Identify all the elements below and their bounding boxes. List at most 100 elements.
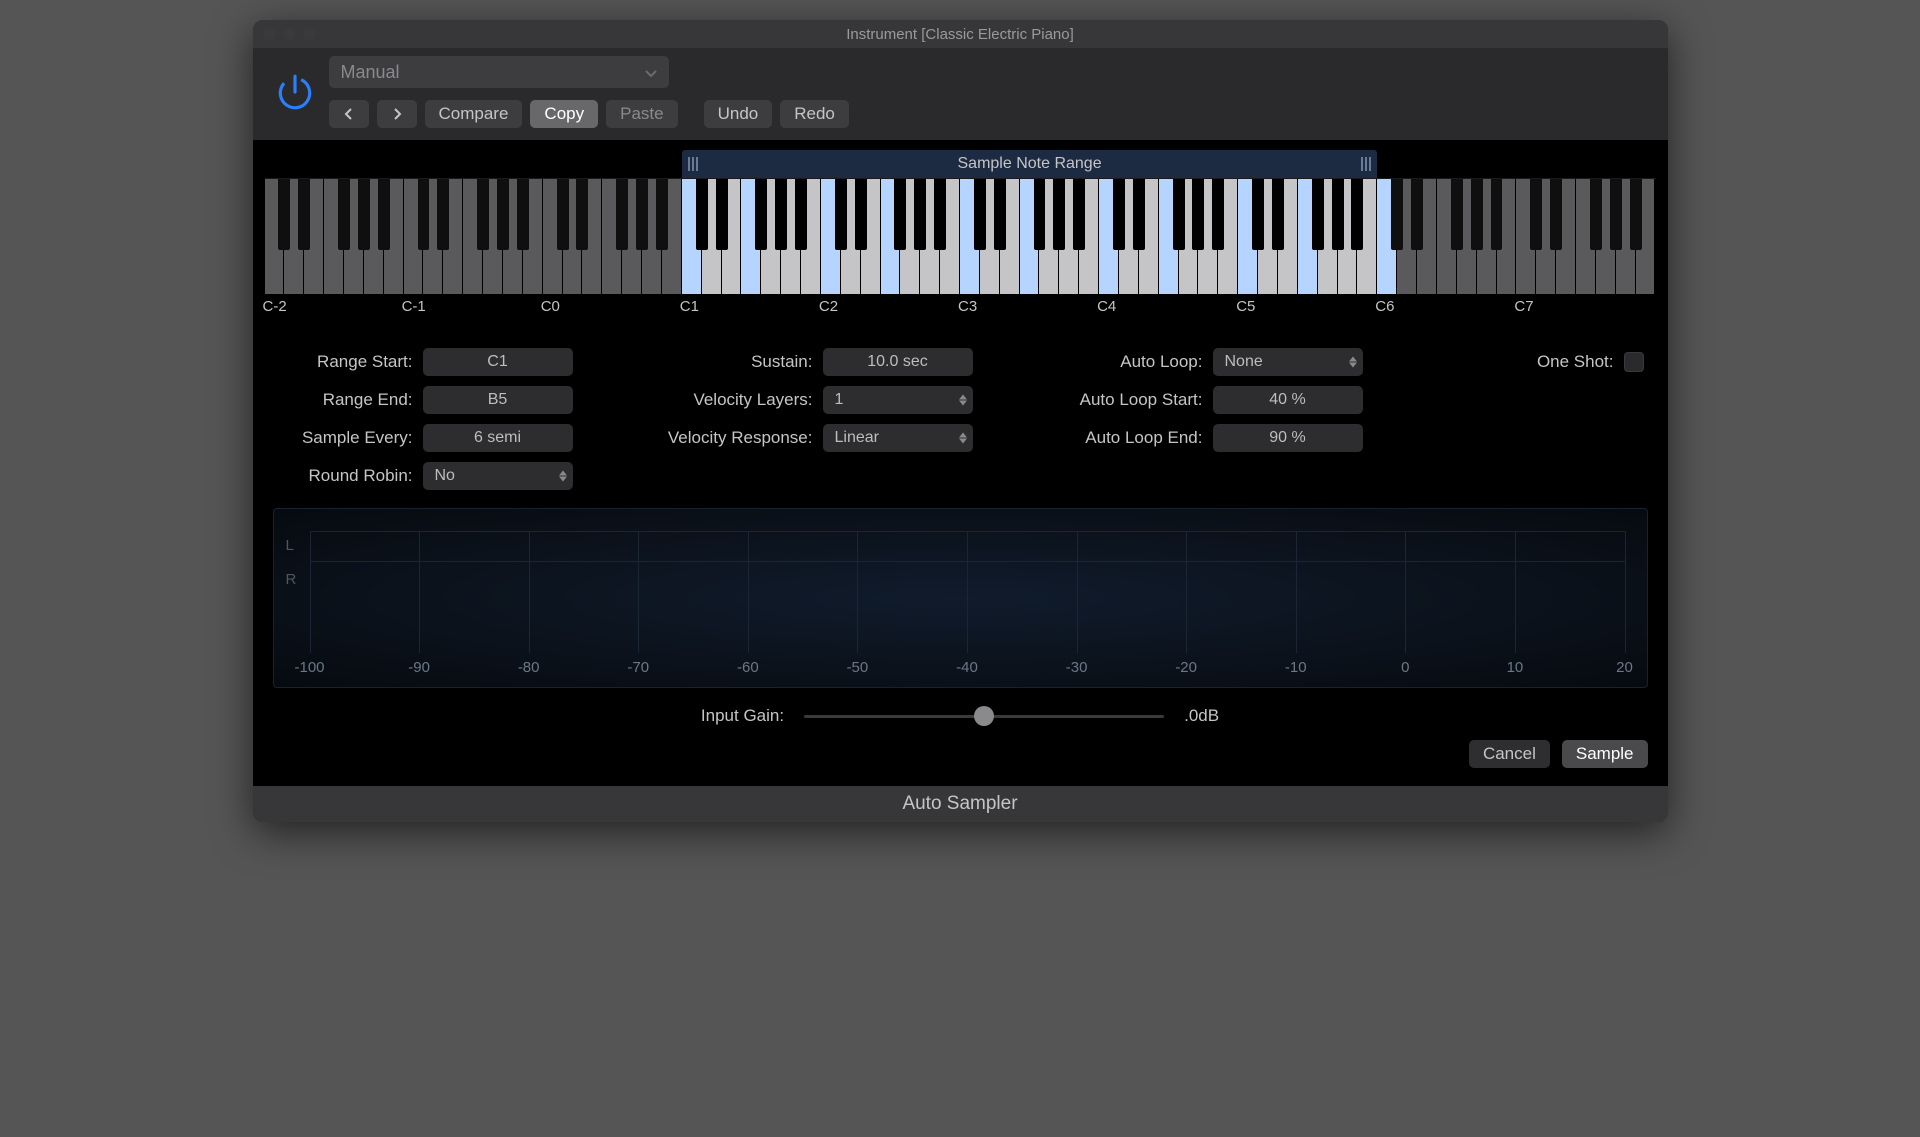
black-key[interactable]	[1252, 179, 1264, 250]
black-key[interactable]	[517, 179, 529, 250]
one-shot-checkbox[interactable]	[1624, 352, 1644, 372]
black-key[interactable]	[974, 179, 986, 250]
black-key[interactable]	[914, 179, 926, 250]
black-key[interactable]	[716, 179, 728, 250]
auto-loop-start-field[interactable]: 40 %	[1213, 386, 1363, 414]
prev-preset-button[interactable]	[329, 100, 369, 128]
range-start-field[interactable]: C1	[423, 348, 573, 376]
auto-loop-end-field[interactable]: 90 %	[1213, 424, 1363, 452]
black-key[interactable]	[795, 179, 807, 250]
toolbar: Manual Compare Copy Paste Undo Redo	[253, 48, 1668, 140]
black-key[interactable]	[358, 179, 370, 250]
range-handle-right[interactable]	[1357, 150, 1375, 178]
meter-tick-label: -90	[408, 659, 430, 676]
black-key[interactable]	[1133, 179, 1145, 250]
black-key[interactable]	[616, 179, 628, 250]
meter-tick-label: -50	[847, 659, 869, 676]
redo-button[interactable]: Redo	[780, 100, 849, 128]
octave-label: C4	[1097, 298, 1116, 315]
black-key[interactable]	[497, 179, 509, 250]
cancel-button[interactable]: Cancel	[1469, 740, 1550, 768]
black-key[interactable]	[418, 179, 430, 250]
black-key[interactable]	[1272, 179, 1284, 250]
sample-button[interactable]: Sample	[1562, 740, 1648, 768]
meter-tick-label: -70	[627, 659, 649, 676]
black-key[interactable]	[1173, 179, 1185, 250]
next-preset-button[interactable]	[377, 100, 417, 128]
black-key[interactable]	[1550, 179, 1562, 250]
input-gain-slider[interactable]	[804, 706, 1164, 726]
black-key[interactable]	[934, 179, 946, 250]
black-key[interactable]	[1391, 179, 1403, 250]
range-start-label: Range Start:	[273, 352, 423, 372]
black-key[interactable]	[437, 179, 449, 250]
octave-label: C-1	[402, 298, 426, 315]
preset-select[interactable]: Manual	[329, 56, 669, 88]
undo-button[interactable]: Undo	[704, 100, 773, 128]
black-key[interactable]	[1073, 179, 1085, 250]
auto-loop-select[interactable]: None	[1213, 348, 1363, 376]
black-key[interactable]	[1351, 179, 1363, 250]
black-key[interactable]	[1192, 179, 1204, 250]
meter-tick-label: -80	[518, 659, 540, 676]
black-key[interactable]	[557, 179, 569, 250]
meter-tick-label: -60	[737, 659, 759, 676]
black-key[interactable]	[576, 179, 588, 250]
black-key[interactable]	[1053, 179, 1065, 250]
black-key[interactable]	[775, 179, 787, 250]
auto-loop-label: Auto Loop:	[1053, 352, 1213, 372]
meter-tick-label: -20	[1175, 659, 1197, 676]
titlebar[interactable]: Instrument [Classic Electric Piano]	[253, 20, 1668, 48]
power-button[interactable]	[271, 68, 319, 116]
round-robin-select[interactable]: No	[423, 462, 573, 490]
power-icon	[274, 71, 316, 113]
black-key[interactable]	[696, 179, 708, 250]
black-key[interactable]	[656, 179, 668, 250]
paste-button[interactable]: Paste	[606, 100, 677, 128]
slider-thumb[interactable]	[974, 706, 994, 726]
black-key[interactable]	[1411, 179, 1423, 250]
copy-button[interactable]: Copy	[530, 100, 598, 128]
black-key[interactable]	[1590, 179, 1602, 250]
black-key[interactable]	[477, 179, 489, 250]
close-icon[interactable]	[263, 28, 275, 40]
stepper-icon	[559, 471, 567, 482]
sample-every-field[interactable]: 6 semi	[423, 424, 573, 452]
sample-range-header[interactable]: Sample Note Range	[682, 150, 1378, 178]
window-controls[interactable]	[263, 28, 315, 40]
stepper-icon	[959, 395, 967, 406]
black-key[interactable]	[1491, 179, 1503, 250]
sustain-field[interactable]: 10.0 sec	[823, 348, 973, 376]
black-key[interactable]	[1610, 179, 1622, 250]
velocity-response-select[interactable]: Linear	[823, 424, 973, 452]
channel-r-label: R	[286, 571, 297, 588]
keyboard[interactable]	[265, 178, 1656, 294]
black-key[interactable]	[835, 179, 847, 250]
black-key[interactable]	[1212, 179, 1224, 250]
range-end-field[interactable]: B5	[423, 386, 573, 414]
black-key[interactable]	[338, 179, 350, 250]
velocity-layers-select[interactable]: 1	[823, 386, 973, 414]
black-key[interactable]	[755, 179, 767, 250]
black-key[interactable]	[855, 179, 867, 250]
black-key[interactable]	[1113, 179, 1125, 250]
black-key[interactable]	[894, 179, 906, 250]
black-key[interactable]	[1312, 179, 1324, 250]
zoom-icon[interactable]	[303, 28, 315, 40]
meter-lane-l	[310, 531, 1625, 561]
black-key[interactable]	[1530, 179, 1542, 250]
black-key[interactable]	[636, 179, 648, 250]
compare-button[interactable]: Compare	[425, 100, 523, 128]
black-key[interactable]	[298, 179, 310, 250]
black-key[interactable]	[1332, 179, 1344, 250]
black-key[interactable]	[994, 179, 1006, 250]
black-key[interactable]	[1451, 179, 1463, 250]
black-key[interactable]	[378, 179, 390, 250]
range-handle-left[interactable]	[684, 150, 702, 178]
black-key[interactable]	[278, 179, 290, 250]
minimize-icon[interactable]	[283, 28, 295, 40]
black-key[interactable]	[1034, 179, 1046, 250]
black-key[interactable]	[1630, 179, 1642, 250]
black-key[interactable]	[1471, 179, 1483, 250]
meter-tick-label: 20	[1616, 659, 1633, 676]
